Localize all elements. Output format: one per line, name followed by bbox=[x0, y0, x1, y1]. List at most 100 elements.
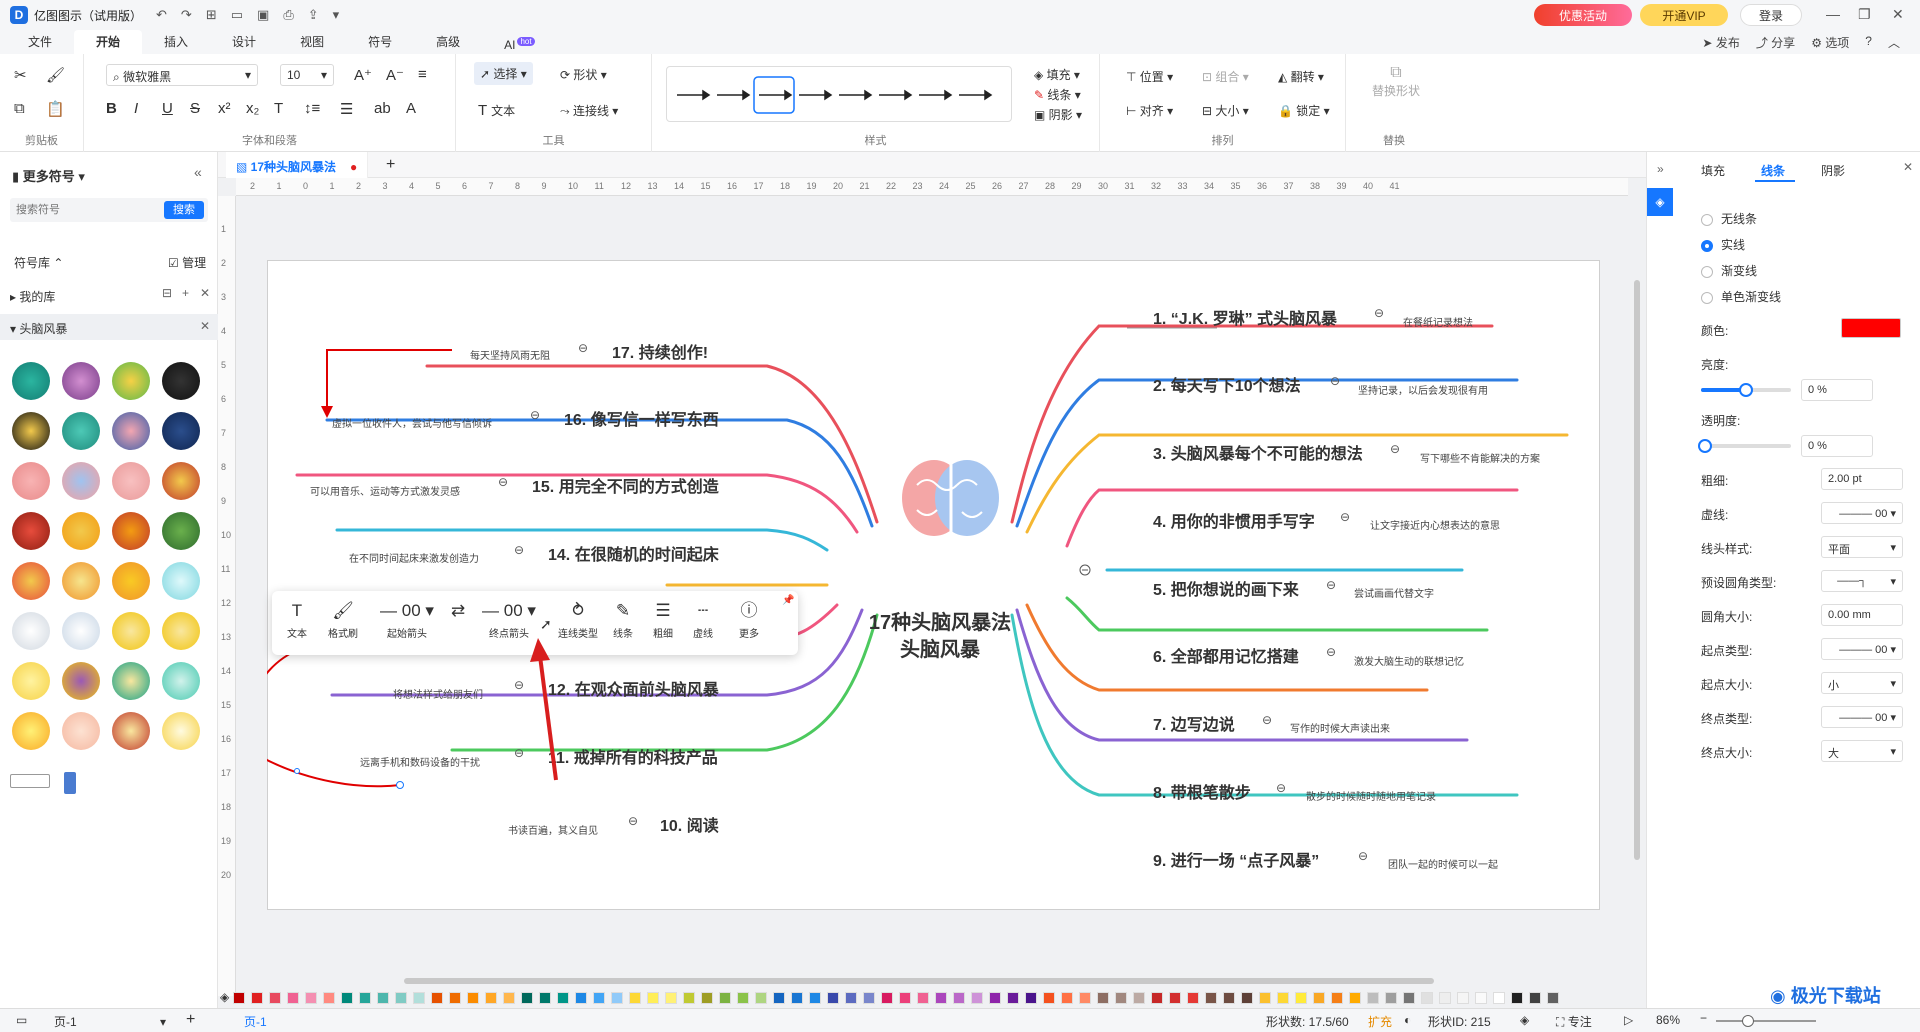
category-row[interactable]: ▾ 头脑风暴 ✕ bbox=[0, 314, 218, 340]
center-topic[interactable]: 17种头脑风暴法 头脑风暴 bbox=[850, 610, 1030, 664]
vip-button[interactable]: 开通VIP bbox=[1640, 4, 1728, 26]
fb-weight-button[interactable]: ☰ 粗细 bbox=[646, 599, 680, 640]
note-r1[interactable]: 在餐纸记录想法 bbox=[1403, 314, 1473, 329]
paste-icon[interactable]: 📋 bbox=[46, 100, 65, 118]
bold-icon[interactable]: B bbox=[106, 100, 117, 117]
publish-button[interactable]: ➤ 发布 bbox=[1702, 34, 1739, 51]
palette-swatch[interactable] bbox=[683, 992, 695, 1004]
topic-l17[interactable]: 17. 持续创作! bbox=[612, 339, 708, 363]
gears-red-icon[interactable] bbox=[12, 512, 50, 550]
palette-swatch[interactable] bbox=[1421, 992, 1433, 1004]
menu-ai[interactable]: AI hot bbox=[482, 30, 556, 54]
palette-swatch[interactable] bbox=[881, 992, 893, 1004]
fill-bucket-icon[interactable]: ◈ bbox=[220, 990, 229, 1004]
group-button[interactable]: ⊡ 组合 ▾ bbox=[1202, 68, 1249, 85]
underline-icon[interactable]: U bbox=[162, 100, 173, 117]
brain-bulb-icon[interactable] bbox=[162, 462, 200, 500]
palette-swatch[interactable] bbox=[809, 992, 821, 1004]
collapse-r6-icon[interactable]: ⊖ bbox=[1326, 645, 1336, 659]
head-purple-brain-icon[interactable] bbox=[62, 362, 100, 400]
note-l15[interactable]: 可以用音乐、运动等方式激发灵感 bbox=[310, 483, 460, 498]
line-style-gallery[interactable] bbox=[666, 66, 1012, 122]
replace-shape-button[interactable]: ⧉ 替换形状 bbox=[1372, 64, 1420, 99]
tab-line[interactable]: 线条 bbox=[1761, 162, 1785, 179]
menu-symbol[interactable]: 符号 bbox=[346, 30, 414, 54]
projector-icon[interactable] bbox=[10, 774, 50, 788]
palette-swatch[interactable] bbox=[1547, 992, 1559, 1004]
brightness-slider[interactable] bbox=[1701, 383, 1791, 397]
manage-button[interactable]: ☑ 管理 bbox=[168, 254, 206, 271]
menu-insert[interactable]: 插入 bbox=[142, 30, 210, 54]
palette-swatch[interactable] bbox=[989, 992, 1001, 1004]
connector-end-handle[interactable] bbox=[396, 781, 404, 789]
fb-more-button[interactable]: ⓘ 更多 bbox=[732, 599, 766, 640]
options-button[interactable]: ⚙ 选项 bbox=[1811, 34, 1849, 51]
checklist-icon[interactable] bbox=[12, 612, 50, 650]
head-blue-brain-icon[interactable] bbox=[162, 412, 200, 450]
palette-swatch[interactable] bbox=[1367, 992, 1379, 1004]
palette-swatch[interactable] bbox=[467, 992, 479, 1004]
topic-r1[interactable]: 1. “J.K. 罗琳” 式头脑风暴 bbox=[1153, 305, 1337, 329]
more-symbols-title[interactable]: ▮ 更多符号 ▾ bbox=[12, 166, 85, 185]
palette-swatch[interactable] bbox=[845, 992, 857, 1004]
menu-home[interactable]: 开始 bbox=[74, 30, 143, 54]
note-l11[interactable]: 远离手机和数码设备的干扰 bbox=[360, 754, 480, 769]
close-panel-icon[interactable]: ✕ bbox=[1903, 160, 1913, 174]
line-button[interactable]: ✎ 线条 ▾ bbox=[1034, 86, 1081, 103]
palette-swatch[interactable] bbox=[629, 992, 641, 1004]
palette-swatch[interactable] bbox=[1223, 992, 1235, 1004]
opt-gradient-line[interactable]: 渐变线 bbox=[1701, 262, 1757, 279]
collapse-r5-icon[interactable]: ⊖ bbox=[1326, 578, 1336, 592]
palette-swatch[interactable] bbox=[1331, 992, 1343, 1004]
brain-pink-icon[interactable] bbox=[12, 462, 50, 500]
opt-single-gradient[interactable]: 单色渐变线 bbox=[1701, 288, 1781, 305]
palette-swatch[interactable] bbox=[737, 992, 749, 1004]
menu-view[interactable]: 视图 bbox=[278, 30, 346, 54]
bullets-icon[interactable]: ☰ bbox=[340, 100, 353, 118]
collapse-r9-icon[interactable]: ⊖ bbox=[1358, 849, 1368, 863]
corner-type-select[interactable]: ——┐ ▾ bbox=[1821, 570, 1903, 592]
transparency-input[interactable]: 0 % bbox=[1801, 435, 1873, 457]
palette-swatch[interactable] bbox=[1025, 992, 1037, 1004]
note-r5[interactable]: 尝试画画代替文字 bbox=[1354, 585, 1434, 600]
fb-end-arrow-button[interactable]: — 00 ▾ 终点箭头 bbox=[472, 599, 546, 640]
chat-bubbles-icon[interactable] bbox=[12, 562, 50, 600]
palette-swatch[interactable] bbox=[1475, 992, 1487, 1004]
burst-icon[interactable] bbox=[112, 562, 150, 600]
clear-format-icon[interactable]: T bbox=[274, 100, 283, 117]
new-tab-icon[interactable]: + bbox=[386, 156, 395, 174]
library-header[interactable]: 符号库 ⌃ bbox=[14, 254, 63, 271]
collapse-r4-icon[interactable]: ⊖ bbox=[1340, 510, 1350, 524]
idea-sheet-icon[interactable] bbox=[162, 712, 200, 750]
branch-l17[interactable] bbox=[425, 364, 879, 524]
collapse-r1-icon[interactable]: ⊖ bbox=[1374, 306, 1384, 320]
flip-button[interactable]: ◭ 翻转 ▾ bbox=[1278, 68, 1324, 85]
shadow-button[interactable]: ▣ 阴影 ▾ bbox=[1034, 106, 1082, 123]
palette-swatch[interactable] bbox=[1349, 992, 1361, 1004]
palette-swatch[interactable] bbox=[1151, 992, 1163, 1004]
zoom-knob[interactable] bbox=[1742, 1015, 1754, 1027]
share-button[interactable]: ⤴ 分享 bbox=[1756, 34, 1795, 51]
menu-advanced[interactable]: 高级 bbox=[414, 30, 482, 54]
note-r4[interactable]: 让文字接近内心想表达的意思 bbox=[1370, 517, 1500, 532]
palette-swatch[interactable] bbox=[521, 992, 533, 1004]
brightness-knob[interactable] bbox=[1739, 383, 1753, 397]
notepad-icon[interactable] bbox=[112, 612, 150, 650]
save-icon[interactable]: ▣ bbox=[257, 7, 269, 23]
palette-swatch[interactable] bbox=[233, 992, 245, 1004]
palette-swatch[interactable] bbox=[1511, 992, 1523, 1004]
layers-icon[interactable]: ◈ bbox=[1520, 1013, 1529, 1027]
explosion-icon[interactable] bbox=[62, 562, 100, 600]
palette-swatch[interactable] bbox=[323, 992, 335, 1004]
font-color-icon[interactable]: A bbox=[406, 100, 416, 117]
weight-input[interactable]: 2.00 pt bbox=[1821, 468, 1903, 490]
palette-swatch[interactable] bbox=[719, 992, 731, 1004]
new-file-icon[interactable]: ⊞ bbox=[206, 7, 217, 23]
tab-shadow[interactable]: 阴影 bbox=[1821, 162, 1845, 179]
topic-l16[interactable]: 16. 像写信一样写东西 bbox=[564, 406, 719, 430]
dash-select[interactable]: ——— 00 ▾ bbox=[1821, 502, 1903, 524]
topic-l14[interactable]: 14. 在很随机的时间起床 bbox=[548, 541, 719, 565]
palette-swatch[interactable] bbox=[1205, 992, 1217, 1004]
note-r6[interactable]: 激发大脑生动的联想记忆 bbox=[1354, 653, 1464, 668]
expand-panel-icon[interactable]: » bbox=[1657, 162, 1664, 176]
